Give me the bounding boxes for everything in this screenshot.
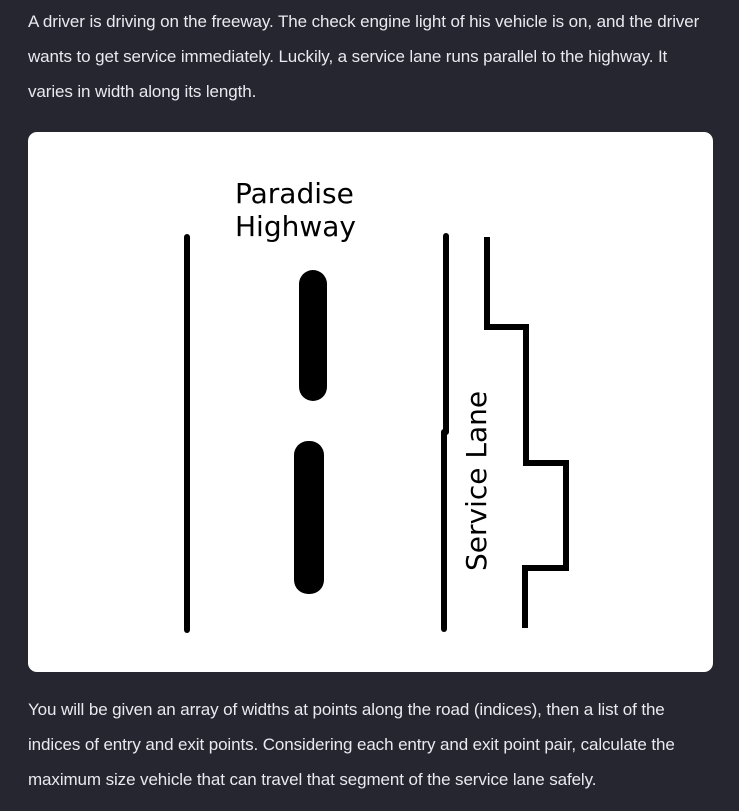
service-lane-diagram: Paradise Highway Service Lane: [184, 177, 569, 633]
outro-paragraph: You will be given an array of widths at …: [28, 700, 675, 789]
problem-content: A driver is driving on the freeway. The …: [28, 0, 713, 797]
highway-lane-marker-bottom: [294, 441, 324, 594]
service-lane-outer-edge: [484, 237, 569, 628]
service-lane-figure: Paradise Highway Service Lane: [28, 132, 713, 672]
intro-paragraph: A driver is driving on the freeway. The …: [28, 12, 700, 101]
highway-label-line1: Paradise: [235, 177, 354, 210]
service-lane-label: Service Lane: [460, 391, 493, 571]
highway-label-line2: Highway: [235, 210, 356, 243]
highway-lane-marker-top: [299, 270, 327, 401]
